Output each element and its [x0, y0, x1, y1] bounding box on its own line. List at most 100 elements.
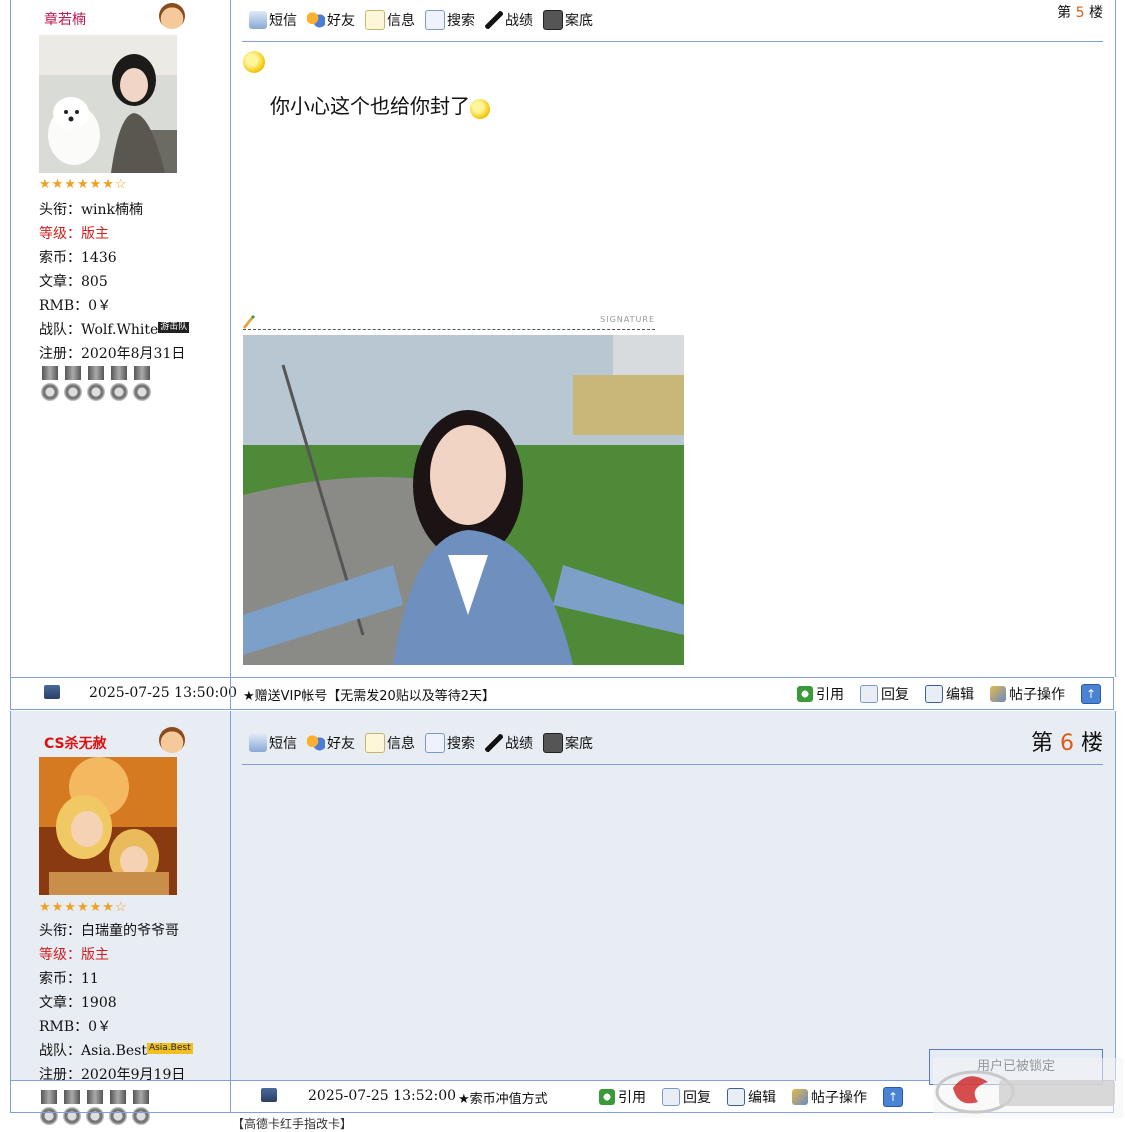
medal-icon — [131, 366, 153, 404]
friend-button[interactable]: 好友 — [307, 10, 355, 30]
info-icon — [365, 733, 385, 753]
user-level: 版主 — [81, 947, 109, 963]
quote-button[interactable]: 引用 — [599, 1087, 646, 1107]
manage-icon — [990, 686, 1006, 702]
user-team[interactable]: Wolf.White — [81, 322, 158, 338]
post-date: 2025-07-25 13:52:00 — [308, 1088, 457, 1104]
computer-icon — [261, 1088, 277, 1102]
back-to-top-icon[interactable]: ↑ — [883, 1087, 903, 1107]
user-avatar[interactable] — [39, 757, 177, 895]
manage-icon — [792, 1089, 808, 1105]
user-rmb: 0￥ — [88, 1019, 112, 1035]
computer-icon — [44, 685, 60, 699]
medal-icon — [62, 366, 84, 404]
signature-image[interactable] — [243, 335, 684, 665]
user-coins: 11 — [81, 971, 99, 987]
team-badge: 游击队 — [158, 322, 190, 333]
edit-button[interactable]: 编辑 — [925, 684, 974, 704]
quote-icon — [797, 686, 813, 702]
post-toolbar: 短信 好友 信息 搜索 战绩 案底 — [249, 733, 593, 753]
user-title: 白瑞童的爷爷哥 — [81, 923, 179, 939]
info-button[interactable]: 信息 — [365, 10, 415, 30]
vip-link[interactable]: ★赠送VIP帐号【无需发20贴以及等待2天】 — [243, 685, 495, 704]
user-info: 头衔：wink楠楠 等级：版主 索币：1436 文章：805 RMB：0￥ 战队… — [39, 202, 190, 362]
gender-face-icon — [159, 727, 185, 753]
floor-number: 第 5 楼 — [1057, 5, 1103, 21]
post-actions: 引用 回复 编辑 帖子操作 ↑ — [797, 684, 1101, 704]
user-articles: 805 — [81, 274, 108, 290]
case-button[interactable]: 案底 — [543, 733, 593, 753]
record-button[interactable]: 战绩 — [485, 10, 533, 30]
post-footer: 2025-07-25 13:50:00 ★赠送VIP帐号【无需发20贴以及等待2… — [10, 677, 1114, 710]
quote-button[interactable]: 引用 — [797, 684, 844, 704]
user-coins: 1436 — [81, 250, 117, 266]
post-floor-5: 章若楠 ★★★★★★☆ 头衔：wink楠楠 等级：版主 索币：1436 文章：8… — [10, 0, 1116, 677]
post-content: 短信 好友 信息 搜索 战绩 案底 第 5 楼 你小心这个也给你封了 SIGNA… — [231, 0, 1115, 677]
search-icon — [425, 10, 445, 30]
edit-icon — [727, 1088, 745, 1106]
divider — [242, 764, 1103, 765]
post-actions: 引用 回复 编辑 帖子操作 ↑ — [599, 1087, 903, 1107]
user-register-date: 2020年8月31日 — [81, 346, 186, 362]
medal-icon — [108, 366, 130, 404]
reply-button[interactable]: 回复 — [662, 1087, 711, 1107]
user-avatar[interactable] — [39, 35, 177, 173]
post-manage-button[interactable]: 帖子操作 — [990, 684, 1065, 704]
friends-icon — [307, 11, 325, 29]
post-message: 你小心这个也给你封了 — [270, 90, 490, 119]
sms-button[interactable]: 短信 — [249, 10, 297, 30]
signature-divider: SIGNATURE — [243, 315, 655, 330]
edit-icon — [925, 685, 943, 703]
team-badge: Asia.Best — [146, 1043, 193, 1054]
site-logo-watermark — [933, 1058, 1123, 1118]
user-info: 头衔：白瑞童的爷爷哥 等级：版主 索币：11 文章：1908 RMB：0￥ 战队… — [39, 923, 193, 1083]
medal-icon — [85, 366, 107, 404]
sms-button[interactable]: 短信 — [249, 733, 297, 753]
username[interactable]: 章若楠 — [44, 9, 86, 29]
info-icon — [365, 10, 385, 30]
rank-stars: ★★★★★★☆ — [39, 900, 128, 915]
smile-emoji-icon — [243, 51, 265, 73]
post-date: 2025-07-25 13:50:00 — [89, 685, 238, 701]
soldier-icon — [485, 11, 503, 29]
medal-icon — [39, 366, 61, 404]
edit-button[interactable]: 编辑 — [727, 1087, 776, 1107]
coin-recharge-link[interactable]: ★索币冲值方式 — [458, 1088, 548, 1107]
username[interactable]: CS杀无赦 — [44, 733, 107, 753]
gender-face-icon — [159, 3, 185, 29]
friends-icon — [307, 734, 325, 752]
sms-icon — [249, 11, 267, 29]
sms-icon — [249, 734, 267, 752]
post-floor-6: CS杀无赦 ★★★★★★☆ 头衔：白瑞童的爷爷哥 等级：版主 索币：11 文章：… — [10, 711, 1116, 1083]
case-icon — [543, 733, 563, 753]
post-toolbar: 短信 好友 信息 搜索 战绩 案底 — [249, 10, 593, 30]
record-button[interactable]: 战绩 — [485, 733, 533, 753]
reply-icon — [860, 685, 878, 703]
signature-label: SIGNATURE — [600, 315, 655, 324]
case-button[interactable]: 案底 — [543, 10, 593, 30]
search-icon — [425, 733, 445, 753]
user-title: wink楠楠 — [81, 202, 143, 218]
info-button[interactable]: 信息 — [365, 733, 415, 753]
user-articles: 1908 — [81, 995, 117, 1011]
search-button[interactable]: 搜索 — [425, 733, 475, 753]
reply-icon — [662, 1088, 680, 1106]
divider — [242, 41, 1103, 42]
pencil-icon — [243, 315, 255, 329]
user-level: 版主 — [81, 226, 109, 242]
rank-stars: ★★★★★★☆ — [39, 177, 128, 192]
post-content: 短信 好友 信息 搜索 战绩 案底 第 6 楼 — [231, 711, 1115, 1081]
medal-row — [39, 366, 153, 404]
case-icon — [543, 10, 563, 30]
quote-icon — [599, 1089, 615, 1105]
friend-button[interactable]: 好友 — [307, 733, 355, 753]
search-button[interactable]: 搜索 — [425, 10, 475, 30]
back-to-top-icon[interactable]: ↑ — [1081, 684, 1101, 704]
soldier-icon — [485, 734, 503, 752]
user-team[interactable]: Asia.Best — [81, 1043, 147, 1059]
reply-button[interactable]: 回复 — [860, 684, 909, 704]
post-manage-button[interactable]: 帖子操作 — [792, 1087, 867, 1107]
user-rmb: 0￥ — [88, 298, 112, 314]
user-sidebar: 章若楠 ★★★★★★☆ 头衔：wink楠楠 等级：版主 索币：1436 文章：8… — [11, 0, 231, 677]
floor-number: 第 6 楼 — [1030, 731, 1103, 756]
